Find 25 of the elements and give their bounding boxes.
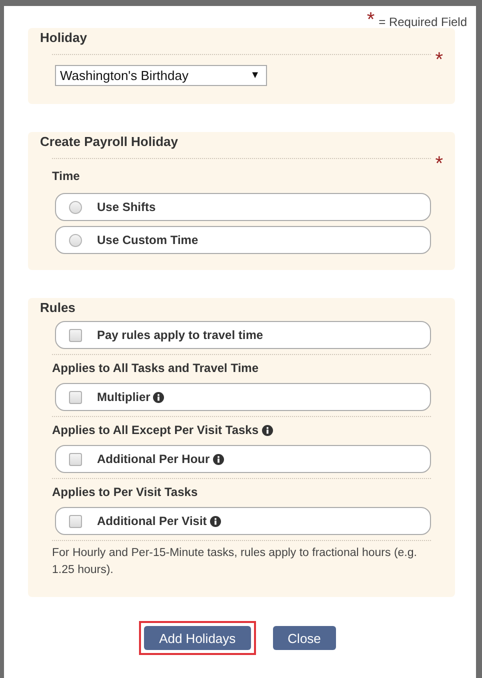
holiday-select[interactable]: Washington's Birthday ▼	[55, 65, 267, 86]
legend-text: = Required Field	[378, 15, 467, 29]
group-heading: Applies to All Tasks and Travel Time	[52, 361, 259, 375]
checkbox-option[interactable]: Pay rules apply to travel time	[55, 321, 431, 349]
section-title: Create Payroll Holiday	[40, 133, 179, 150]
field-label: Time	[52, 169, 81, 183]
info-icon[interactable]	[210, 516, 221, 526]
checkbox-option[interactable]: Multiplier	[55, 383, 431, 411]
info-icon[interactable]	[262, 424, 273, 436]
note-text: For Hourly and Per-15-Minute tasks, rules apply to fractional hours (e.g. 1.25 hours).	[52, 546, 418, 578]
section-title: Rules	[40, 299, 76, 316]
checkbox-option[interactable]: Additional Per Hour	[55, 445, 431, 473]
section-title: Holiday	[40, 29, 88, 46]
info-icon[interactable]	[212, 454, 224, 464]
required-mark: *	[435, 154, 443, 174]
radio-option[interactable]: Use Custom Time	[55, 226, 431, 254]
required-mark: *	[366, 10, 375, 30]
checkbox-option[interactable]: Additional Per Visit	[55, 507, 431, 535]
group-heading: Applies to Per Visit Tasks	[52, 485, 198, 499]
add-holidays-button[interactable]: Add Holidays	[144, 626, 251, 650]
group-heading: Applies to All Except Per Visit Tasks	[52, 423, 259, 437]
info-icon[interactable]	[153, 392, 164, 402]
radio-option[interactable]: Use Shifts	[55, 193, 431, 221]
close-button[interactable]: Close	[272, 626, 336, 650]
required-mark: *	[435, 50, 443, 70]
